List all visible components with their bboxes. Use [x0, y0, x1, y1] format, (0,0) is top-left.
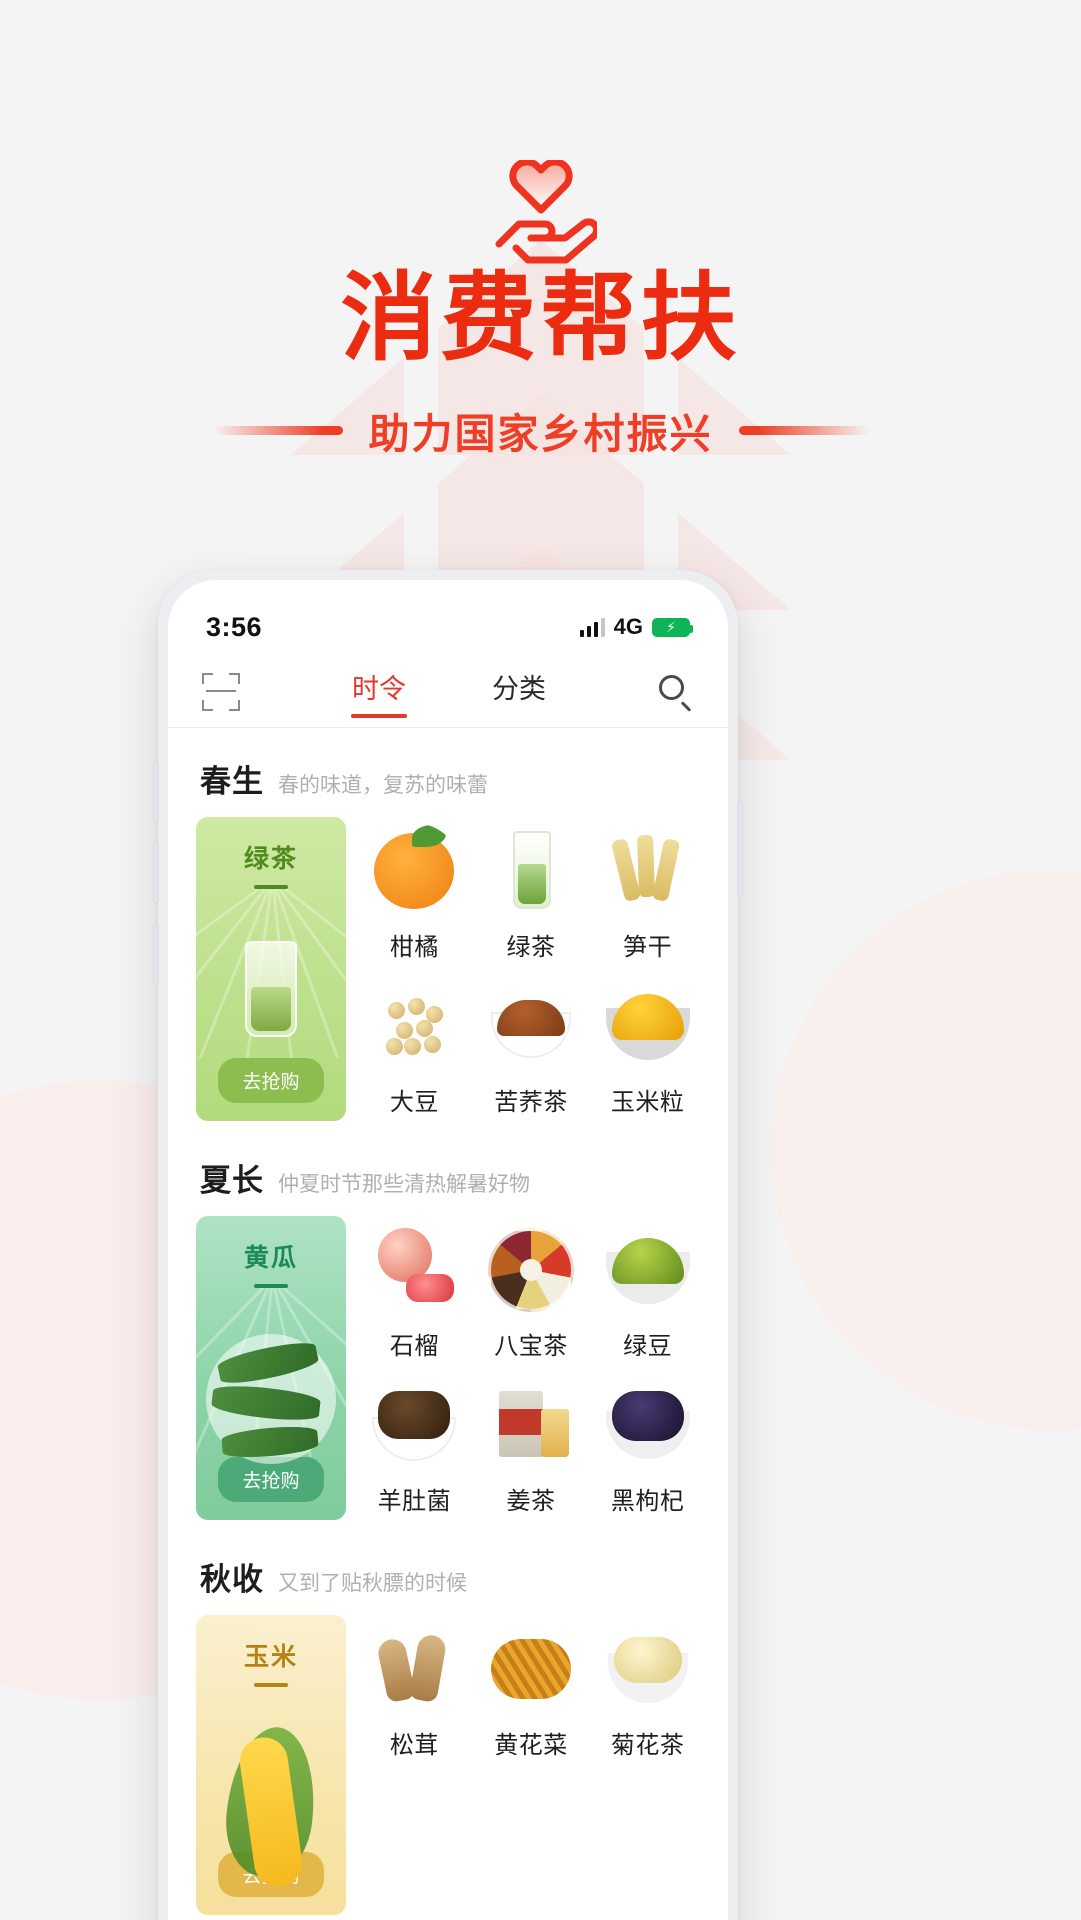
product-grid-summer: 石榴 八宝茶 绿豆 羊肚菌 姜茶 黑枸杞: [356, 1216, 706, 1520]
section-header: 春生 春的味道，复苏的味蕾: [168, 728, 728, 817]
product-item[interactable]: 大豆: [356, 972, 473, 1121]
section-title: 夏长: [200, 1163, 264, 1198]
buckwheat-tea-icon: [483, 978, 579, 1074]
section-title: 春生: [200, 764, 264, 799]
product-name: 绿茶: [506, 934, 556, 961]
product-item[interactable]: 黑枸杞: [589, 1371, 706, 1520]
promo-buy-button[interactable]: 去抢购: [218, 1058, 324, 1103]
black-goji-icon: [600, 1377, 696, 1473]
power-button[interactable]: [737, 800, 743, 898]
citrus-icon: [366, 823, 462, 919]
poster-subtitle-row: 助力国家乡村振兴: [0, 400, 1081, 460]
section-chunsheng: 春生 春的味道，复苏的味蕾 绿茶 去抢购 柑橘 绿茶 笋干 大豆 苦荞茶 玉米粒: [168, 728, 728, 1127]
product-feed: 春生 春的味道，复苏的味蕾 绿茶 去抢购 柑橘 绿茶 笋干 大豆 苦荞茶 玉米粒…: [168, 728, 728, 1920]
product-item[interactable]: 石榴: [356, 1216, 473, 1365]
product-item[interactable]: 绿茶: [473, 817, 590, 966]
promo-artwork-corn: [196, 1687, 346, 1890]
corn-kernel-icon: [600, 978, 696, 1074]
decorative-blob-right: [771, 870, 1081, 1430]
dried-bamboo-shoot-icon: [600, 823, 696, 919]
mute-button[interactable]: [153, 924, 159, 986]
product-item[interactable]: 羊肚菌: [356, 1371, 473, 1520]
page-title: 消费帮扶: [340, 262, 741, 374]
status-bar: 3:56 4G ⚡: [168, 580, 728, 656]
network-type-label: 4G: [613, 614, 643, 639]
promo-artwork-green-tea: [196, 889, 346, 1058]
product-name: 石榴: [389, 1333, 439, 1360]
battery-charging-icon: ⚡: [652, 617, 693, 637]
product-item[interactable]: 菊花茶: [589, 1615, 706, 1915]
product-name: 柑橘: [389, 934, 439, 961]
product-name: 绿豆: [623, 1333, 673, 1360]
heart-in-hand-icon: [0, 160, 1081, 268]
product-item[interactable]: 黄花菜: [473, 1615, 590, 1915]
promo-label: 黄瓜: [243, 1244, 298, 1272]
product-item[interactable]: 笋干: [589, 817, 706, 966]
product-item[interactable]: 玉米粒: [589, 972, 706, 1121]
scan-code-icon[interactable]: [202, 672, 240, 711]
decorative-dash-left: [212, 425, 343, 435]
babao-tea-icon: [483, 1222, 579, 1318]
section-subtitle: 春的味道，复苏的味蕾: [278, 774, 488, 797]
cellular-signal-icon: [579, 617, 605, 637]
promo-label: 玉米: [243, 1643, 298, 1671]
promo-label: 绿茶: [243, 845, 298, 873]
product-name: 黄花菜: [494, 1732, 568, 1759]
decorative-dash-right: [738, 425, 869, 435]
section-subtitle: 仲夏时节那些清热解暑好物: [278, 1173, 530, 1196]
morel-mushroom-icon: [366, 1377, 462, 1473]
status-time: 3:56: [206, 611, 263, 642]
product-grid-autumn: 松茸 黄花菜 菊花茶: [356, 1615, 706, 1915]
section-header: 夏长 仲夏时节那些清热解暑好物: [168, 1127, 728, 1216]
tab-shiling[interactable]: 时令: [352, 667, 406, 716]
volume-up-button[interactable]: [153, 760, 159, 822]
phone-mockup: 3:56 4G ⚡ 时令 分类 春生 春的味道，复苏的味蕾 绿茶 去抢购 柑橘 …: [153, 570, 743, 1920]
chrysanthemum-tea-icon: [600, 1621, 696, 1717]
section-qiushou: 秋收 又到了贴秋膘的时候 玉米 去抢购: [168, 1526, 728, 1920]
daylily-icon: [483, 1621, 579, 1717]
product-name: 笋干: [623, 934, 673, 961]
product-name: 姜茶: [506, 1488, 556, 1515]
promo-card-summer[interactable]: 黄瓜 去抢购: [196, 1216, 346, 1520]
phone-screen: 3:56 4G ⚡ 时令 分类 春生 春的味道，复苏的味蕾 绿茶 去抢购 柑橘 …: [168, 580, 728, 1920]
section-header: 秋收 又到了贴秋膘的时候: [168, 1526, 728, 1615]
product-item[interactable]: 八宝茶: [473, 1216, 590, 1365]
matsutake-icon: [366, 1621, 462, 1717]
product-item[interactable]: 柑橘: [356, 817, 473, 966]
tea-glass-illustration: [245, 941, 297, 1037]
ginger-tea-icon: [483, 1377, 579, 1473]
green-tea-glass-icon: [483, 823, 579, 919]
product-grid-spring: 柑橘 绿茶 笋干 大豆 苦荞茶 玉米粒: [356, 817, 706, 1121]
pomegranate-icon: [366, 1222, 462, 1318]
poster-subtitle: 助力国家乡村振兴: [368, 410, 713, 458]
product-name: 八宝茶: [494, 1333, 568, 1360]
product-name: 玉米粒: [610, 1089, 685, 1116]
promo-card-autumn[interactable]: 玉米 去抢购: [196, 1615, 346, 1915]
soybean-icon: [366, 978, 462, 1074]
section-subtitle: 又到了贴秋膘的时候: [278, 1572, 467, 1595]
mung-bean-icon: [600, 1222, 696, 1318]
product-name: 苦荞茶: [494, 1089, 568, 1116]
product-name: 大豆: [389, 1089, 439, 1116]
section-xiazhang: 夏长 仲夏时节那些清热解暑好物 黄瓜 去抢购 石榴 八宝茶 绿豆 羊肚菌 姜茶 …: [168, 1127, 728, 1526]
product-item[interactable]: 苦荞茶: [473, 972, 590, 1121]
tab-fenlei[interactable]: 分类: [492, 667, 546, 716]
top-tab-bar: 时令 分类: [168, 656, 728, 728]
promo-artwork-cucumber: [196, 1288, 346, 1464]
volume-down-button[interactable]: [153, 842, 159, 904]
poster-background: 消费帮扶 助力国家乡村振兴 3:56 4G ⚡ 时令 分类 春生 春的味道，复苏…: [0, 0, 1081, 1920]
product-item[interactable]: 姜茶: [473, 1371, 590, 1520]
product-name: 黑枸杞: [610, 1488, 685, 1515]
product-item[interactable]: 松茸: [356, 1615, 473, 1915]
section-title: 秋收: [200, 1562, 264, 1597]
product-name: 松茸: [389, 1732, 439, 1759]
product-name: 羊肚菌: [377, 1488, 452, 1515]
product-item[interactable]: 绿豆: [589, 1216, 706, 1365]
product-name: 菊花茶: [610, 1732, 685, 1759]
search-icon[interactable]: [658, 674, 694, 712]
promo-card-spring[interactable]: 绿茶 去抢购: [196, 817, 346, 1121]
tab-list: 时令 分类: [240, 667, 658, 716]
